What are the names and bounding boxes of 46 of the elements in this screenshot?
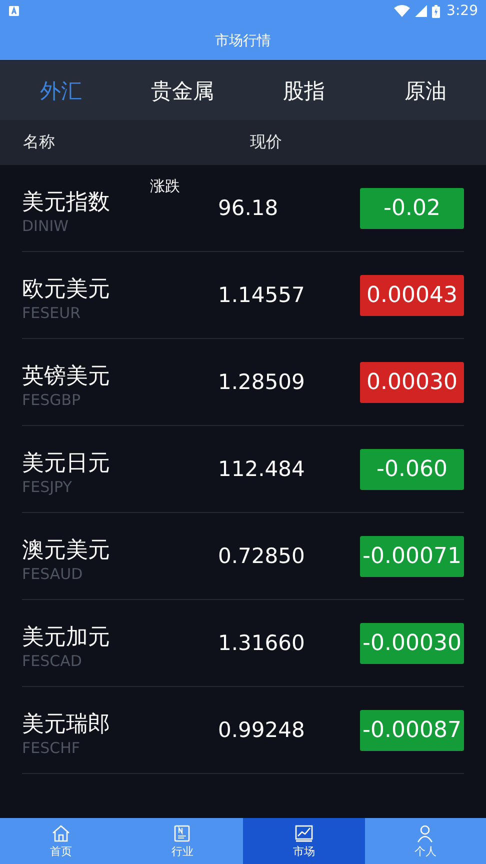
instrument-name: 美元瑞郎 <box>22 711 111 739</box>
change-badge: 0.00030 <box>360 362 464 402</box>
change-badge: -0.060 <box>360 448 464 490</box>
change-badge: -0.00071 <box>360 536 464 576</box>
signal-icon <box>414 5 427 17</box>
instrument-name: 澳元美元 <box>22 537 111 565</box>
change-badge: -0.02 <box>360 188 464 228</box>
instrument-name: 英镑美元 <box>22 363 111 391</box>
status-time: 3:29 <box>446 3 478 19</box>
screen-title: 市场行情 <box>215 32 271 50</box>
instrument-name: 美元加元 <box>22 624 111 652</box>
instrument-name: 欧元美元 <box>22 276 111 304</box>
newspaper-icon <box>172 824 192 842</box>
nav-tab[interactable]: 市场 <box>243 818 364 864</box>
instrument-code: FESCAD <box>22 652 83 670</box>
instrument-code: FESAUD <box>22 565 84 583</box>
line-chart-icon <box>294 824 314 842</box>
price-value: 0.99248 <box>218 718 306 742</box>
change-badge: -0.00087 <box>360 710 464 750</box>
instrument-code: FESJPY <box>22 478 73 496</box>
price-value: 1.31660 <box>218 631 306 655</box>
battery-icon <box>432 4 440 18</box>
column-header: 涨跌 <box>150 177 180 196</box>
price-value: 1.14557 <box>218 283 306 307</box>
tab[interactable]: 贵金属 <box>122 61 243 120</box>
change-badge: -0.00030 <box>360 622 464 664</box>
tab[interactable]: 股指 <box>243 61 364 120</box>
notification-icon <box>8 5 20 17</box>
change-badge: 0.00043 <box>360 274 464 316</box>
column-header: 名称 <box>23 132 56 153</box>
tab[interactable]: 外汇 <box>0 61 122 120</box>
price-value: 1.28509 <box>218 370 306 394</box>
price-value: 0.72850 <box>218 544 306 568</box>
wifi-icon <box>394 5 410 17</box>
home-icon <box>50 824 71 842</box>
instrument-code: DINIW <box>22 217 70 235</box>
instrument-code: FESEUR <box>22 304 82 322</box>
column-header: 现价 <box>250 132 282 153</box>
tab[interactable]: 原油 <box>364 61 486 120</box>
price-value: 96.18 <box>218 196 280 220</box>
person-icon <box>415 824 436 842</box>
instrument-code: FESGBP <box>22 391 82 409</box>
price-value: 112.484 <box>218 457 306 481</box>
instrument-name: 美元指数 <box>22 189 111 217</box>
instrument-code: FESCHF <box>22 739 82 757</box>
instrument-name: 美元日元 <box>22 450 111 478</box>
